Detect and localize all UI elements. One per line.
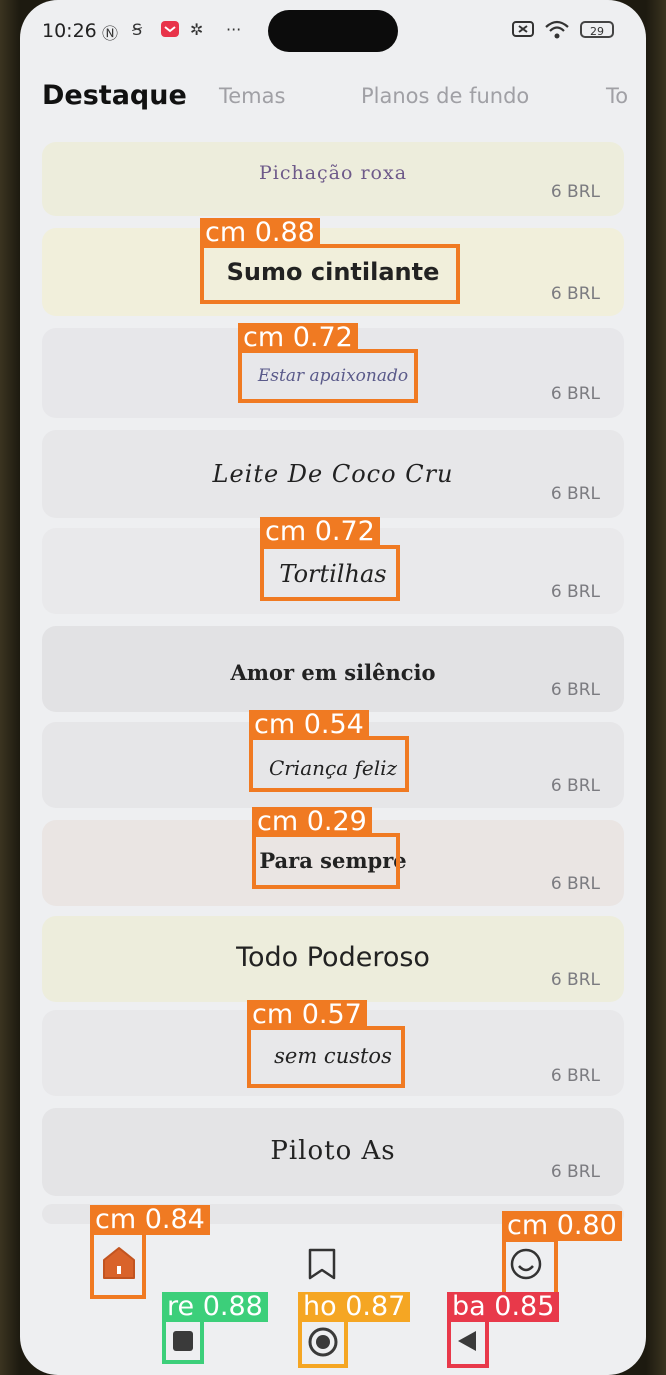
item-title: Todo Poderoso [236,942,430,973]
list-item[interactable]: Leite De Coco Cru 6 BRL [42,430,624,518]
item-price: 6 BRL [550,1066,600,1086]
item-price: 6 BRL [550,874,600,894]
settings-icon: ✲ [190,20,204,39]
tab-temas[interactable]: Temas [219,84,285,108]
item-title: Leite De Coco Cru [212,460,454,488]
list-item[interactable]: Piloto As 6 BRL [42,1108,624,1196]
det-box-back [447,1318,489,1368]
item-price: 6 BRL [550,182,600,202]
item-price: 6 BRL [550,776,600,796]
tab-destaque[interactable]: Destaque [42,80,187,111]
det-label-recents: re 0.88 [162,1292,268,1322]
tab-planos-de-fundo[interactable]: Planos de fundo [361,84,529,108]
list-item[interactable]: Todo Poderoso 6 BRL [42,916,624,1002]
item-price: 6 BRL [550,384,600,404]
more-icon: ··· [226,20,242,39]
status-bar: 10:26 Ⓝ Ꞩ ✲ ··· 29 [20,0,646,60]
item-price: 6 BRL [550,970,600,990]
item-title: Amor em silêncio [230,660,436,685]
screen: 10:26 Ⓝ Ꞩ ✲ ··· 29 Destaque Temas Planos… [20,0,646,1375]
det-box-recents [162,1318,204,1364]
camera-notch [268,10,398,52]
item-title: Pichação roxa [258,162,408,184]
status-time: 10:26 [42,20,97,42]
det-label-back: ba 0.85 [447,1292,560,1322]
det-box-item-2 [238,349,418,403]
item-price: 6 BRL [550,1162,600,1182]
list-item[interactable]: Amor em silêncio 6 BRL [42,626,624,712]
det-label-item-4: cm 0.72 [260,517,380,547]
list-item[interactable]: Pichação roxa 6 BRL [42,142,624,216]
det-box-item-1 [200,244,460,304]
det-box-item-4 [260,545,400,601]
category-tabs: Destaque Temas Planos de fundo To [20,78,646,124]
nfc-icon: Ⓝ [102,24,119,43]
det-box-profile [502,1238,558,1296]
det-label-item-6: cm 0.54 [249,710,369,740]
tab-to[interactable]: To [606,84,628,108]
det-box-home-button [298,1318,348,1368]
wifi-icon [544,20,570,44]
item-price: 6 BRL [550,582,600,602]
det-box-item-6 [249,736,409,792]
det-label-home: cm 0.84 [90,1205,210,1235]
det-label-item-1: cm 0.88 [200,218,320,248]
det-label-item-9: cm 0.57 [247,1000,367,1030]
det-label-home-button: ho 0.87 [298,1292,411,1322]
det-label-item-7: cm 0.29 [252,807,372,837]
det-box-item-9 [247,1026,405,1088]
battery-indicator: 29 [580,21,614,38]
det-label-item-2: cm 0.72 [238,323,358,353]
item-title: Piloto As [270,1136,396,1166]
item-price: 6 BRL [550,284,600,304]
bookmark-icon[interactable] [304,1246,340,1289]
det-label-profile: cm 0.80 [502,1211,622,1241]
item-price: 6 BRL [550,680,600,700]
s-app-icon: Ꞩ [132,20,143,39]
det-box-item-7 [252,833,400,889]
mail-app-icon [160,20,180,42]
item-price: 6 BRL [550,484,600,504]
phone-frame: 10:26 Ⓝ Ꞩ ✲ ··· 29 Destaque Temas Planos… [0,0,666,1375]
det-box-home [90,1231,146,1299]
mute-icon [512,20,534,42]
